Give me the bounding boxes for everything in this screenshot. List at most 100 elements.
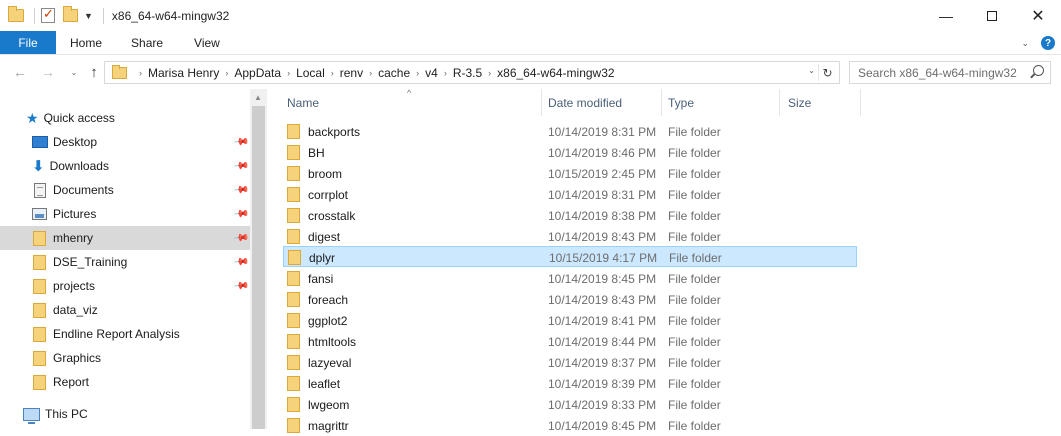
chevron-right-icon[interactable]: › xyxy=(287,68,290,78)
pin-icon[interactable]: 📌 xyxy=(233,254,250,270)
nav-quick-access[interactable]: ★ Quick access xyxy=(0,106,250,130)
file-row[interactable]: lwgeom 10/14/2019 8:33 PM File folder xyxy=(283,394,857,415)
file-row[interactable]: corrplot 10/14/2019 8:31 PM File folder xyxy=(283,184,857,205)
file-row[interactable]: foreach 10/14/2019 8:43 PM File folder xyxy=(283,289,857,310)
maximize-icon xyxy=(987,10,997,21)
search-input[interactable] xyxy=(858,65,1028,80)
file-type: File folder xyxy=(668,334,721,349)
file-row[interactable]: ggplot2 10/14/2019 8:41 PM File folder xyxy=(283,310,857,331)
tab-file[interactable]: File xyxy=(0,31,56,54)
pin-icon[interactable]: 📌 xyxy=(233,206,250,222)
nav-scrollbar[interactable]: ▲ xyxy=(250,89,267,429)
column-header-date-modified[interactable]: Date modified xyxy=(541,89,661,116)
file-row[interactable]: fansi 10/14/2019 8:45 PM File folder xyxy=(283,268,857,289)
nav-this-pc[interactable]: This PC xyxy=(0,402,250,426)
chevron-right-icon[interactable]: › xyxy=(444,68,447,78)
file-name: crosstalk xyxy=(308,208,356,223)
nav-item-label: Endline Report Analysis xyxy=(53,327,180,341)
expand-ribbon-icon[interactable]: ⌄ xyxy=(1021,38,1029,49)
file-row[interactable]: magrittr 10/14/2019 8:45 PM File folder xyxy=(283,415,857,436)
pin-icon[interactable]: 📌 xyxy=(233,134,250,150)
file-name: magrittr xyxy=(308,418,349,433)
column-divider[interactable] xyxy=(860,89,861,116)
folder-icon xyxy=(287,124,300,139)
address-dropdown-icon[interactable]: ⌄ xyxy=(808,66,815,75)
folder-icon xyxy=(287,208,300,223)
nav-item-dse-training[interactable]: DSE_Training 📌 xyxy=(0,250,250,274)
help-icon[interactable]: ? xyxy=(1041,36,1055,50)
nav-item-mhenry[interactable]: mhenry 📌 xyxy=(0,226,250,250)
nav-item-data-viz[interactable]: data_viz xyxy=(0,298,250,322)
pin-icon[interactable]: 📌 xyxy=(233,278,250,294)
close-button[interactable]: ✕ xyxy=(1015,0,1061,31)
folder-icon xyxy=(112,64,127,79)
tab-view[interactable]: View xyxy=(178,31,235,54)
breadcrumb-renv[interactable]: renv xyxy=(340,66,363,80)
scrollbar-thumb[interactable] xyxy=(252,106,265,429)
nav-item-projects[interactable]: projects 📌 xyxy=(0,274,250,298)
file-row[interactable]: BH 10/14/2019 8:46 PM File folder xyxy=(283,142,857,163)
nav-item-label: Downloads xyxy=(49,159,109,173)
address-bar[interactable]: › Marisa Henry › AppData › Local › renv … xyxy=(104,61,840,84)
file-type: File folder xyxy=(668,313,721,328)
nav-item-endline-report-analysis[interactable]: Endline Report Analysis xyxy=(0,322,250,346)
file-row-selected[interactable]: dplyr 10/15/2019 4:17 PM File folder xyxy=(283,246,857,267)
chevron-right-icon[interactable]: › xyxy=(488,68,491,78)
column-header-size[interactable]: Size xyxy=(781,89,861,116)
column-divider[interactable] xyxy=(779,89,780,116)
breadcrumb-x86-64-w64-mingw32[interactable]: x86_64-w64-mingw32 xyxy=(497,66,614,80)
file-row[interactable]: crosstalk 10/14/2019 8:38 PM File folder xyxy=(283,205,857,226)
window-title: x86_64-w64-mingw32 xyxy=(111,8,230,23)
pin-icon[interactable]: 📌 xyxy=(233,158,250,174)
breadcrumb-cache[interactable]: cache xyxy=(378,66,410,80)
nav-item-graphics[interactable]: Graphics xyxy=(0,346,250,370)
file-date: 10/14/2019 8:43 PM xyxy=(548,292,657,307)
tab-home[interactable]: Home xyxy=(56,31,117,54)
file-name: lazyeval xyxy=(308,355,352,370)
file-row[interactable]: lazyeval 10/14/2019 8:37 PM File folder xyxy=(283,352,857,373)
file-type: File folder xyxy=(668,376,721,391)
nav-item-documents[interactable]: Documents 📌 xyxy=(0,178,250,202)
maximize-button[interactable] xyxy=(969,0,1015,31)
nav-item-downloads[interactable]: ⬇ Downloads 📌 xyxy=(0,154,250,178)
file-row[interactable]: backports 10/14/2019 8:31 PM File folder xyxy=(283,121,857,142)
chevron-right-icon[interactable]: › xyxy=(331,68,334,78)
minimize-button[interactable]: — xyxy=(923,0,969,31)
chevron-right-icon[interactable]: › xyxy=(139,68,142,78)
search-icon[interactable] xyxy=(1033,65,1044,76)
breadcrumb-appdata[interactable]: AppData xyxy=(234,66,281,80)
file-row[interactable]: htmltools 10/14/2019 8:44 PM File folder xyxy=(283,331,857,352)
refresh-icon[interactable]: ↻ xyxy=(818,64,836,81)
breadcrumb-local[interactable]: Local xyxy=(296,66,325,80)
column-header-name[interactable]: Name xyxy=(280,89,541,116)
recent-locations-icon[interactable]: ⌄ xyxy=(66,64,82,80)
breadcrumb-marisa-henry[interactable]: Marisa Henry xyxy=(148,66,219,80)
file-row[interactable]: digest 10/14/2019 8:43 PM File folder xyxy=(283,226,857,247)
file-list: ^ Name Date modified Type Size backports… xyxy=(267,88,1061,433)
nav-item-report[interactable]: Report xyxy=(0,370,250,394)
search-box[interactable] xyxy=(849,61,1051,84)
nav-item-label: Graphics xyxy=(53,351,102,365)
chevron-right-icon[interactable]: › xyxy=(225,68,228,78)
pin-icon[interactable]: 📌 xyxy=(233,182,250,198)
file-row[interactable]: leaflet 10/14/2019 8:39 PM File folder xyxy=(283,373,857,394)
properties-icon[interactable] xyxy=(41,6,55,23)
chevron-right-icon[interactable]: › xyxy=(416,68,419,78)
scroll-up-arrow-icon[interactable]: ▲ xyxy=(254,93,262,102)
file-row[interactable]: broom 10/15/2019 2:45 PM File folder xyxy=(283,163,857,184)
folder-icon[interactable] xyxy=(8,6,24,22)
customize-toolbar-dropdown-icon[interactable]: ▼ xyxy=(84,11,93,21)
toolbar-divider xyxy=(102,7,104,24)
chevron-right-icon[interactable]: › xyxy=(369,68,372,78)
nav-item-pictures[interactable]: Pictures 📌 xyxy=(0,202,250,226)
column-header-type[interactable]: Type xyxy=(661,89,779,116)
up-arrow-icon[interactable]: ↑ xyxy=(86,64,102,81)
forward-arrow-icon[interactable]: → xyxy=(40,64,56,80)
nav-item-desktop[interactable]: Desktop 📌 xyxy=(0,130,250,154)
breadcrumb-v4[interactable]: v4 xyxy=(425,66,438,80)
tab-share[interactable]: Share xyxy=(117,31,178,54)
back-arrow-icon[interactable]: ← xyxy=(12,64,28,80)
pin-icon[interactable]: 📌 xyxy=(233,230,250,246)
new-folder-icon[interactable] xyxy=(63,6,78,22)
breadcrumb-r-3-5[interactable]: R-3.5 xyxy=(453,66,482,80)
